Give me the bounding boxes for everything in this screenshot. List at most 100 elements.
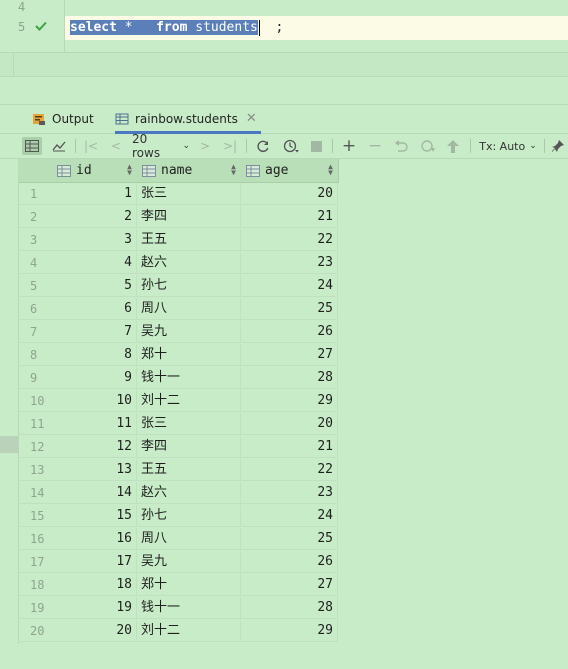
cell-age[interactable]: 28 xyxy=(241,597,338,619)
push-icon[interactable] xyxy=(444,137,462,155)
cell-id[interactable]: 5 xyxy=(52,275,137,297)
cell-id[interactable]: 1 xyxy=(52,183,137,205)
sort-icon[interactable]: ▲ ▼ xyxy=(328,163,333,177)
cell-id[interactable]: 16 xyxy=(52,528,137,550)
cell-id[interactable]: 4 xyxy=(52,252,137,274)
cell-name[interactable]: 张三 xyxy=(137,183,241,205)
cell-age[interactable]: 25 xyxy=(241,528,338,550)
first-page-icon[interactable]: |< xyxy=(83,137,99,155)
cell-id[interactable]: 15 xyxy=(52,505,137,527)
row-number[interactable]: 2 xyxy=(18,206,52,228)
cell-age[interactable]: 28 xyxy=(241,367,338,389)
row-number[interactable]: 19 xyxy=(18,597,52,619)
cell-age[interactable]: 26 xyxy=(241,551,338,573)
cell-age[interactable]: 27 xyxy=(241,344,338,366)
stop-icon[interactable] xyxy=(308,137,324,155)
row-number[interactable]: 16 xyxy=(18,528,52,550)
chart-view-icon[interactable] xyxy=(49,137,69,155)
cell-id[interactable]: 13 xyxy=(52,459,137,481)
cell-age[interactable]: 23 xyxy=(241,482,338,504)
panel-splitter[interactable] xyxy=(0,76,568,105)
cell-name[interactable]: 张三 xyxy=(137,413,241,435)
cell-name[interactable]: 刘十二 xyxy=(137,390,241,412)
row-number[interactable]: 5 xyxy=(18,275,52,297)
submit-icon[interactable] xyxy=(418,137,438,155)
cell-id[interactable]: 14 xyxy=(52,482,137,504)
row-number[interactable]: 10 xyxy=(18,390,52,412)
cell-age[interactable]: 21 xyxy=(241,206,338,228)
history-icon[interactable] xyxy=(280,137,302,155)
cell-age[interactable]: 27 xyxy=(241,574,338,596)
row-number[interactable]: 9 xyxy=(18,367,52,389)
cell-id[interactable]: 2 xyxy=(52,206,137,228)
cell-name[interactable]: 刘十二 xyxy=(137,620,241,642)
row-number[interactable]: 18 xyxy=(18,574,52,596)
cell-name[interactable]: 周八 xyxy=(137,528,241,550)
cell-id[interactable]: 12 xyxy=(52,436,137,458)
cell-id[interactable]: 17 xyxy=(52,551,137,573)
add-row-icon[interactable]: + xyxy=(340,136,358,156)
sql-statement[interactable]: select * from students ; xyxy=(70,18,283,38)
delete-row-icon[interactable]: − xyxy=(366,136,384,156)
cell-id[interactable]: 11 xyxy=(52,413,137,435)
sort-icon[interactable]: ▲ ▼ xyxy=(231,163,236,177)
cell-name[interactable]: 吴九 xyxy=(137,551,241,573)
last-page-icon[interactable]: >| xyxy=(221,137,239,155)
cell-age[interactable]: 20 xyxy=(241,183,338,205)
row-number[interactable]: 11 xyxy=(18,413,52,435)
cell-name[interactable]: 孙七 xyxy=(137,275,241,297)
cell-age[interactable]: 26 xyxy=(241,321,338,343)
cell-id[interactable]: 19 xyxy=(52,597,137,619)
cell-name[interactable]: 吴九 xyxy=(137,321,241,343)
cell-id[interactable]: 7 xyxy=(52,321,137,343)
row-number[interactable]: 7 xyxy=(18,321,52,343)
row-number[interactable]: 6 xyxy=(18,298,52,320)
row-number[interactable]: 3 xyxy=(18,229,52,251)
cell-age[interactable]: 21 xyxy=(241,436,338,458)
cell-id[interactable]: 9 xyxy=(52,367,137,389)
cell-name[interactable]: 郑十 xyxy=(137,344,241,366)
cell-name[interactable]: 王五 xyxy=(137,229,241,251)
row-number[interactable]: 8 xyxy=(18,344,52,366)
cell-id[interactable]: 6 xyxy=(52,298,137,320)
row-number[interactable]: 17 xyxy=(18,551,52,573)
cell-name[interactable]: 孙七 xyxy=(137,505,241,527)
row-number[interactable]: 1 xyxy=(18,183,52,205)
cell-name[interactable]: 赵六 xyxy=(137,252,241,274)
row-number[interactable]: 4 xyxy=(18,252,52,274)
cell-name[interactable]: 郑十 xyxy=(137,574,241,596)
cell-age[interactable]: 23 xyxy=(241,252,338,274)
row-number[interactable]: 14 xyxy=(18,482,52,504)
cell-age[interactable]: 20 xyxy=(241,413,338,435)
cell-name[interactable]: 王五 xyxy=(137,459,241,481)
sql-editor[interactable]: 4 5 select * from students ; xyxy=(0,0,568,77)
cell-age[interactable]: 24 xyxy=(241,505,338,527)
cell-id[interactable]: 10 xyxy=(52,390,137,412)
cell-name[interactable]: 钱十一 xyxy=(137,367,241,389)
sort-icon[interactable]: ▲ ▼ xyxy=(127,163,132,177)
column-header-age[interactable]: age ▲ ▼ xyxy=(241,159,339,183)
cell-id[interactable]: 18 xyxy=(52,574,137,596)
table-view-icon[interactable] xyxy=(22,137,42,155)
cell-id[interactable]: 8 xyxy=(52,344,137,366)
column-header-id[interactable]: id ▲ ▼ xyxy=(52,159,138,183)
cell-age[interactable]: 25 xyxy=(241,298,338,320)
tx-mode-dropdown[interactable]: Tx: Auto ⌄ xyxy=(478,137,538,155)
cell-age[interactable]: 22 xyxy=(241,459,338,481)
cell-id[interactable]: 3 xyxy=(52,229,137,251)
cell-name[interactable]: 李四 xyxy=(137,436,241,458)
rows-count-dropdown[interactable]: 20 rows ⌄ xyxy=(132,132,190,160)
pin-icon[interactable] xyxy=(550,137,566,155)
cell-age[interactable]: 22 xyxy=(241,229,338,251)
row-number[interactable]: 20 xyxy=(18,620,52,642)
cell-name[interactable]: 赵六 xyxy=(137,482,241,504)
tab-rainbow-students[interactable]: rainbow.students ✕ xyxy=(115,104,261,134)
next-page-icon[interactable]: > xyxy=(197,137,213,155)
row-number[interactable]: 15 xyxy=(18,505,52,527)
cell-age[interactable]: 29 xyxy=(241,390,338,412)
row-number[interactable]: 12 xyxy=(18,436,52,458)
tab-output[interactable]: Output xyxy=(32,104,94,133)
column-header-name[interactable]: name ▲ ▼ xyxy=(137,159,242,183)
row-number[interactable]: 13 xyxy=(18,459,52,481)
cell-name[interactable]: 李四 xyxy=(137,206,241,228)
